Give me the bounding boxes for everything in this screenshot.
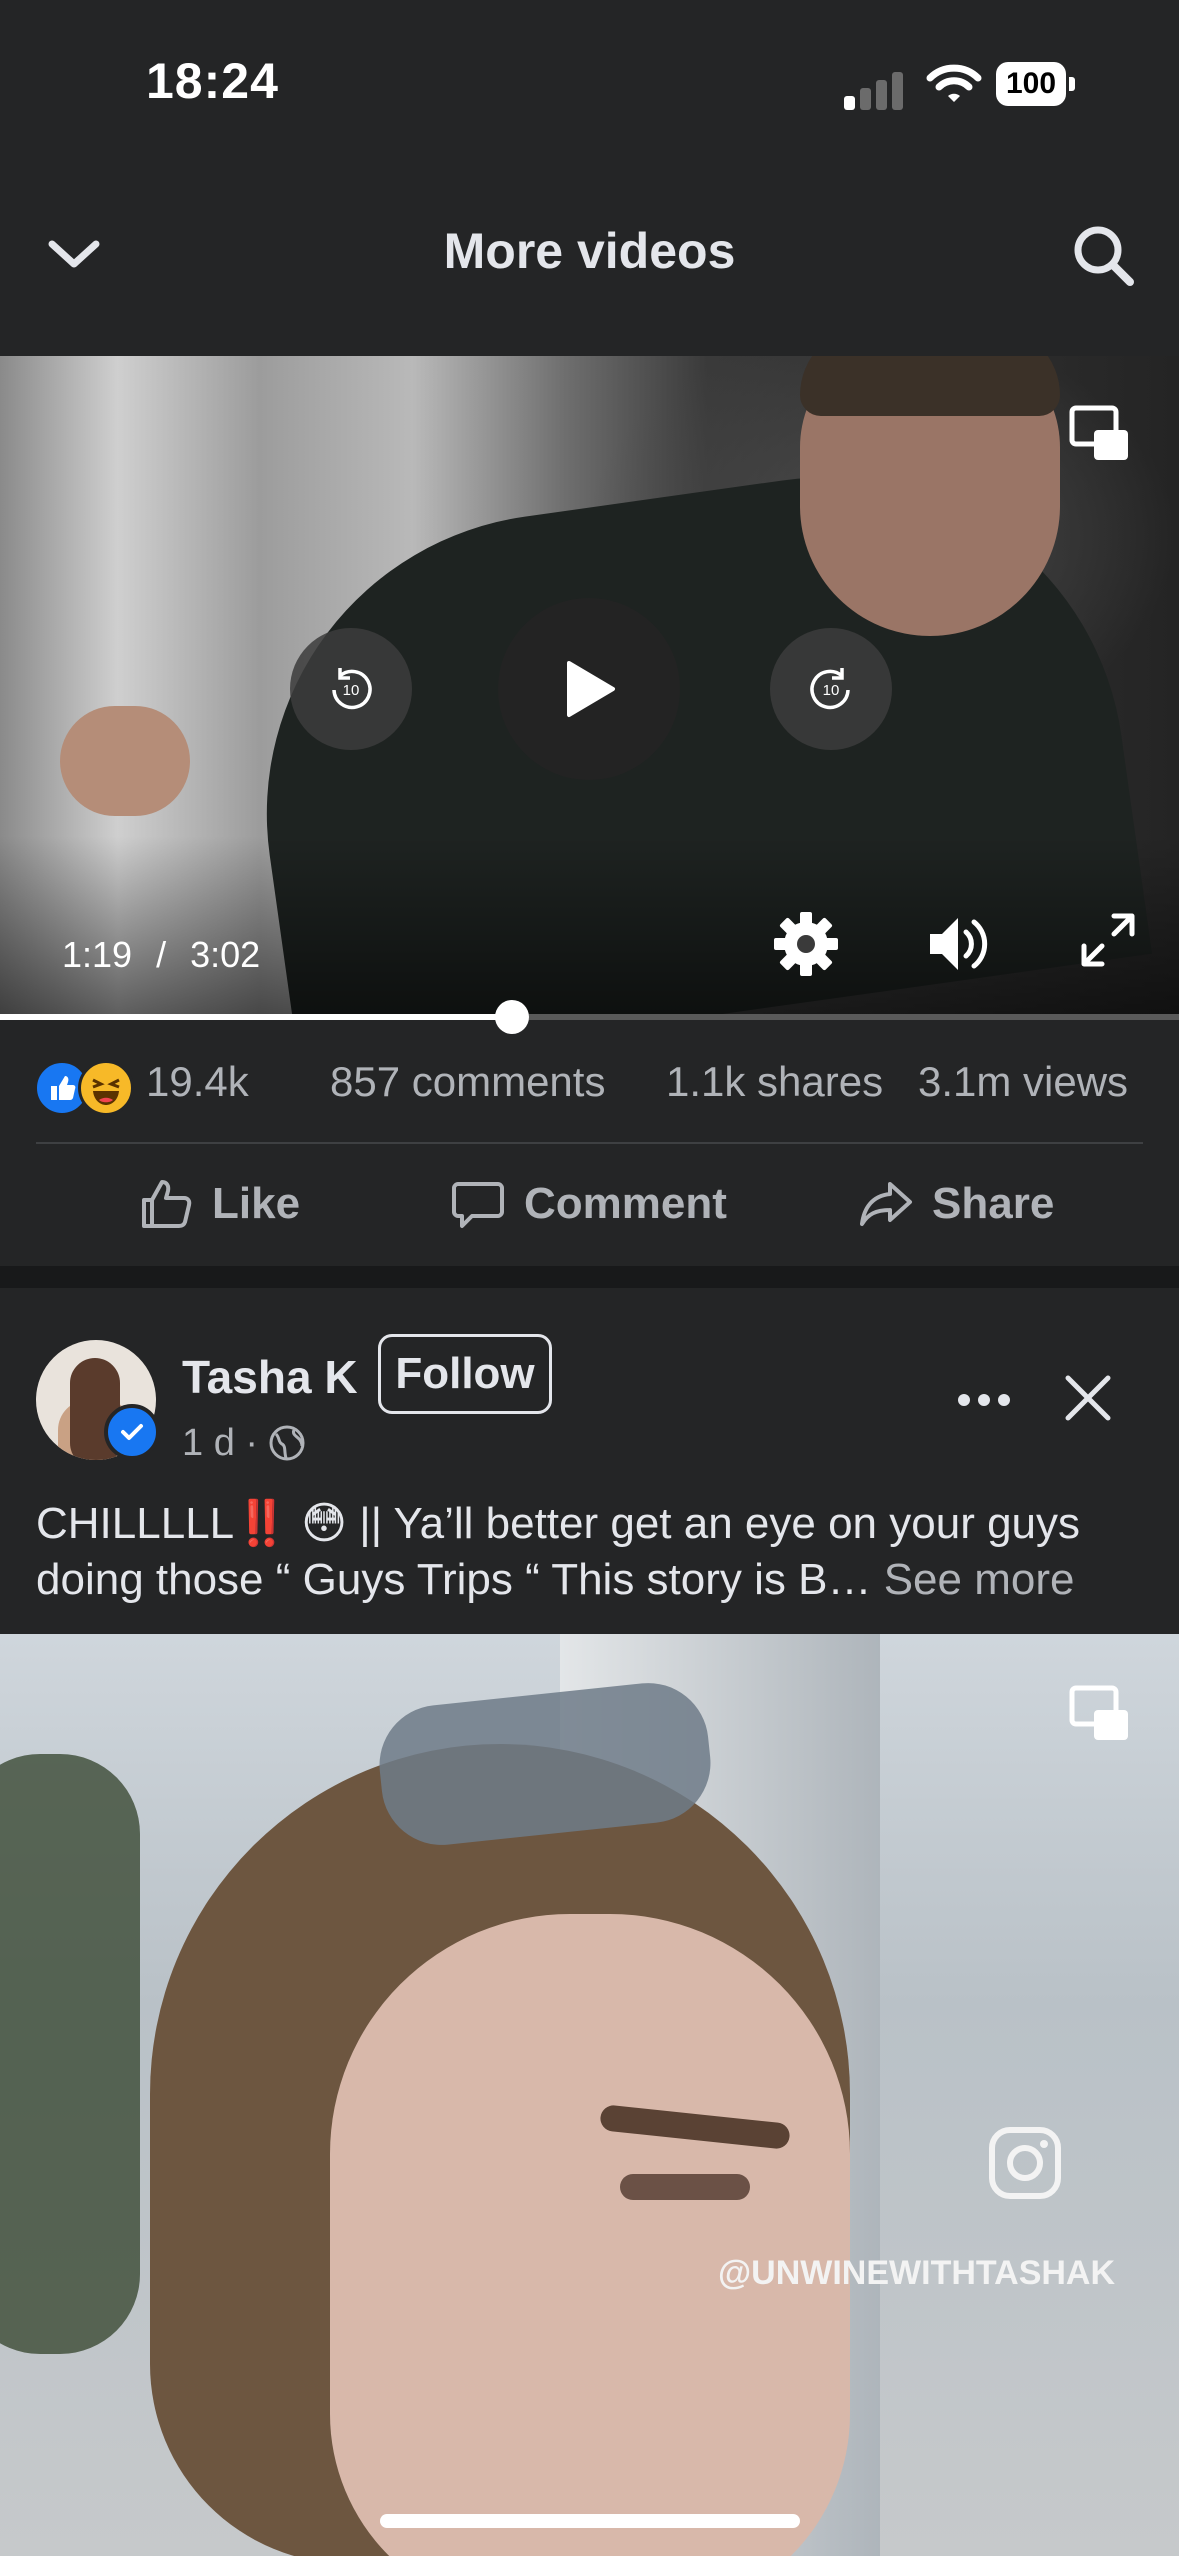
reaction-icons[interactable] <box>34 1054 134 1116</box>
comment-icon <box>452 1182 504 1228</box>
cell-signal-icon <box>844 66 904 110</box>
video-watermark: @UNWINEWITHTASHAK <box>718 2254 1116 2292</box>
progress-scrubber[interactable] <box>494 1000 529 1034</box>
instagram-icon <box>986 2124 1064 2202</box>
verified-badge-icon <box>104 1404 160 1460</box>
see-more-link[interactable]: See more <box>884 1555 1075 1604</box>
duration: 3:02 <box>190 934 261 975</box>
comment-button[interactable]: Comment <box>450 1172 727 1236</box>
volume-icon[interactable] <box>924 910 992 978</box>
comment-count[interactable]: 857 comments <box>330 1058 605 1106</box>
battery-level: 100 <box>1005 67 1057 100</box>
more-icon[interactable] <box>954 1380 1014 1420</box>
video-progress-bar[interactable] <box>0 1000 1179 1034</box>
search-icon[interactable] <box>1070 222 1136 288</box>
battery-icon: 100 <box>996 62 1076 106</box>
share-icon <box>860 1182 912 1226</box>
view-count: 3.1m views <box>918 1058 1129 1105</box>
progress-fill <box>0 1014 512 1020</box>
home-indicator[interactable] <box>380 2514 800 2528</box>
globe-icon <box>268 1424 306 1462</box>
divider <box>36 1142 1143 1144</box>
follow-button[interactable]: Follow <box>378 1334 552 1414</box>
pip-icon[interactable] <box>1068 1684 1132 1744</box>
forward-10-icon[interactable]: 10 <box>770 628 892 750</box>
play-icon[interactable] <box>498 598 680 780</box>
comment-label: Comment <box>524 1179 727 1228</box>
close-icon[interactable] <box>1062 1372 1114 1424</box>
author-name[interactable]: Tasha K <box>182 1350 358 1404</box>
status-time: 18:24 <box>146 53 279 109</box>
share-button[interactable]: Share <box>858 1172 1054 1236</box>
like-label: Like <box>212 1179 301 1228</box>
post-time[interactable]: 1 d · <box>182 1422 258 1465</box>
video-time: 1:19 / 3:02 <box>62 934 260 976</box>
haha-reaction-icon <box>78 1060 134 1116</box>
pip-icon[interactable] <box>1068 404 1132 464</box>
wifi-icon <box>926 62 982 106</box>
like-button[interactable]: Like <box>138 1172 300 1236</box>
page-title: More videos <box>443 223 736 279</box>
video-player-2[interactable] <box>0 1634 1179 2556</box>
share-label: Share <box>932 1179 1055 1228</box>
rewind-10-icon[interactable]: 10 <box>290 628 412 750</box>
like-icon <box>142 1180 192 1228</box>
post-caption: CHILLLLL‼️ 😳 || Ya’ll better get an eye … <box>36 1496 1156 1608</box>
time-separator: / <box>156 934 167 975</box>
current-time: 1:19 <box>62 934 133 975</box>
svg-text:10: 10 <box>823 682 840 699</box>
gear-icon[interactable] <box>772 910 840 978</box>
reaction-count[interactable]: 19.4k <box>146 1058 249 1106</box>
svg-text:10: 10 <box>343 682 360 699</box>
share-count[interactable]: 1.1k shares <box>666 1058 883 1106</box>
section-separator <box>0 1266 1179 1288</box>
fullscreen-icon[interactable] <box>1080 912 1136 968</box>
